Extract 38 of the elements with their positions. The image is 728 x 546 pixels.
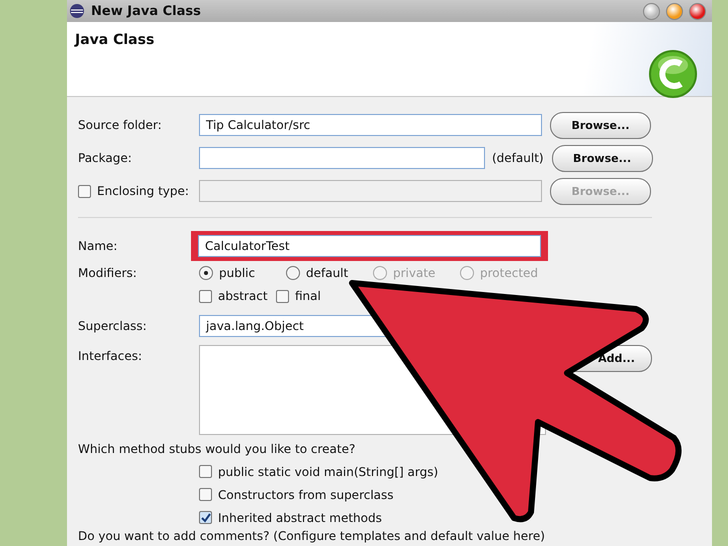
field-label: Source folder: bbox=[78, 118, 163, 132]
radio-button[interactable] bbox=[286, 266, 300, 280]
browse-button[interactable]: Browse... bbox=[552, 144, 653, 172]
field-label: Superclass: bbox=[78, 319, 148, 333]
browse-button[interactable]: Browse... bbox=[550, 112, 651, 138]
source-folder-field[interactable]: Tip Calculator/src bbox=[199, 114, 542, 136]
package-field[interactable] bbox=[199, 147, 485, 169]
default-hint: (default) bbox=[492, 151, 544, 165]
checkbox-label: Inherited abstract methods bbox=[218, 510, 382, 524]
class-icon bbox=[648, 49, 698, 99]
checkbox-label: final bbox=[295, 289, 321, 303]
checkbox-label: Constructors from superclass bbox=[218, 488, 394, 502]
stubs-question: Which method stubs would you like to create? bbox=[78, 442, 356, 456]
radio-label: default bbox=[306, 266, 348, 280]
maximize-button[interactable] bbox=[666, 2, 683, 20]
radio-button[interactable] bbox=[199, 266, 213, 280]
comments-question: Do you want to add comments? (Configure templates and default value here) bbox=[78, 528, 545, 542]
checkbox[interactable] bbox=[199, 511, 212, 524]
header-title: Java Class bbox=[75, 32, 154, 50]
field-label: Interfaces: bbox=[78, 349, 144, 363]
checkbox[interactable] bbox=[199, 488, 212, 501]
radio-label: public bbox=[219, 266, 256, 280]
radio-label: protected bbox=[480, 266, 538, 280]
checkbox-label: public static void main(String[] args) bbox=[218, 464, 438, 478]
minimize-button[interactable] bbox=[643, 2, 660, 20]
checkbox-label: abstract bbox=[218, 289, 268, 303]
checkbox[interactable] bbox=[276, 290, 289, 302]
field-label: Modifiers: bbox=[78, 266, 138, 280]
checkbox-label: Enclosing type: bbox=[97, 184, 189, 198]
name-field[interactable]: CalculatorTest bbox=[198, 235, 541, 257]
window-title: New Java Class bbox=[91, 4, 202, 18]
eclipse-icon bbox=[69, 3, 85, 19]
field-label: Package: bbox=[78, 151, 133, 165]
field-label: Name: bbox=[78, 239, 118, 253]
close-button[interactable] bbox=[689, 2, 706, 20]
checkbox[interactable] bbox=[199, 290, 212, 302]
radio-label: private bbox=[393, 266, 436, 280]
checkbox[interactable] bbox=[199, 465, 212, 478]
